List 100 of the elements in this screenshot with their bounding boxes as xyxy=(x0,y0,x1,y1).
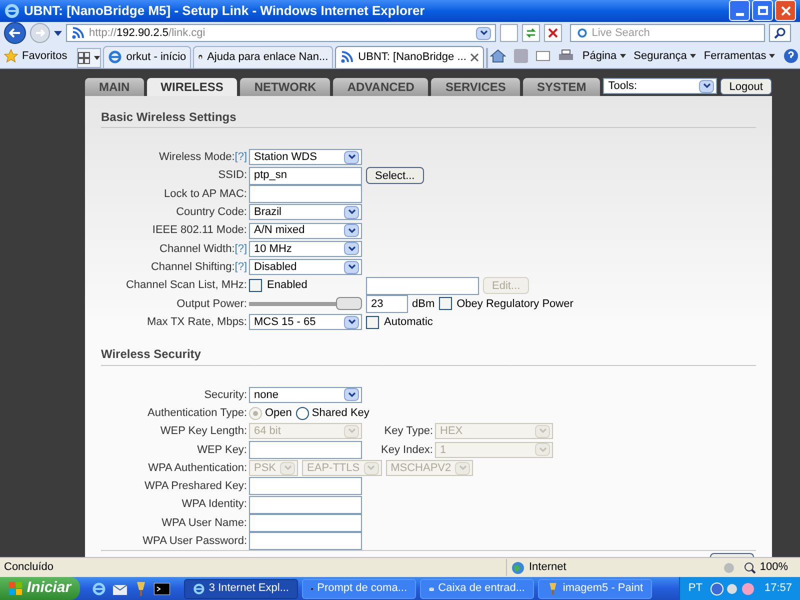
checkbox-label: Automatic xyxy=(384,314,433,330)
dropdown[interactable]: MCS 15 - 65 xyxy=(249,314,362,330)
browser-icon xyxy=(108,50,122,64)
browser-tab[interactable]: UBNT: [NanoBridge ... xyxy=(335,46,484,68)
dropdown[interactable]: A/N mixed xyxy=(249,222,362,239)
slider[interactable] xyxy=(249,297,362,310)
favorites-button[interactable]: Favoritos xyxy=(22,48,68,65)
dropdown-arrow-icon xyxy=(280,462,296,475)
text-field[interactable] xyxy=(249,185,362,204)
command-menu[interactable]: Ferramentas xyxy=(704,48,766,65)
taskbar-button[interactable]: imagem5 - Paint xyxy=(538,578,652,599)
dropdown[interactable]: Station WDS xyxy=(249,149,362,166)
close-icon xyxy=(780,6,790,16)
help-icon[interactable] xyxy=(783,48,800,64)
field-label: WPA User Name: xyxy=(162,516,247,531)
caret-icon xyxy=(94,56,100,60)
dropdown[interactable]: none xyxy=(249,386,362,403)
browser-tab[interactable]: Ajuda para enlace Nan... xyxy=(193,46,334,68)
dropdown[interactable]: Disabled xyxy=(249,259,362,276)
globe-icon xyxy=(511,560,525,575)
command-menu[interactable]: Segurança xyxy=(634,48,687,65)
caret-icon[interactable] xyxy=(620,54,626,58)
text-field[interactable] xyxy=(366,276,479,294)
dropdown-arrow-icon xyxy=(364,462,379,475)
dropdown-arrow-icon xyxy=(344,242,359,256)
dropdown[interactable]: 10 MHz xyxy=(249,240,362,257)
page-tab[interactable]: ADVANCED xyxy=(333,78,428,96)
page-tab[interactable]: MAIN xyxy=(85,78,144,96)
slider-thumb[interactable] xyxy=(336,297,362,310)
text-field[interactable] xyxy=(249,477,362,496)
checkbox[interactable] xyxy=(438,297,452,310)
field-label: Max TX Rate, Mbps: xyxy=(146,314,247,330)
text-field[interactable] xyxy=(249,514,362,532)
taskbar-button[interactable]: Caixa de entrad... xyxy=(420,578,534,599)
radio-label: Open xyxy=(265,406,292,421)
dropdown-arrow-icon xyxy=(344,260,359,274)
minimize-button[interactable] xyxy=(729,0,750,22)
field-label: Lock to AP MAC: xyxy=(164,186,247,202)
back-arrow-icon xyxy=(9,28,21,38)
home-icon[interactable] xyxy=(490,49,506,64)
browser-tab[interactable]: orkut - início xyxy=(103,46,192,68)
text-field[interactable] xyxy=(249,440,362,459)
close-tab-icon[interactable] xyxy=(470,52,480,62)
taskbar-button[interactable]: 3 Internet Expl... xyxy=(184,578,298,599)
url-path: /link.cgi xyxy=(168,26,206,42)
search-engine-icon xyxy=(575,27,588,40)
text-field[interactable]: ptp_sn xyxy=(249,166,362,185)
caret-icon[interactable] xyxy=(769,54,776,58)
search-button[interactable] xyxy=(769,24,791,42)
page-tab[interactable]: SYSTEM xyxy=(522,78,600,96)
dropdown-arrow-icon xyxy=(344,206,359,219)
unit-label: dBm xyxy=(412,296,435,312)
text-field[interactable]: 23 xyxy=(366,294,408,313)
text-field[interactable] xyxy=(249,496,362,514)
zoom-level[interactable]: 100% xyxy=(760,559,788,576)
field-label: WEP Key: xyxy=(197,442,247,458)
checkbox-label: Obey Regulatory Power xyxy=(456,296,574,312)
page-tab[interactable]: NETWORK xyxy=(240,78,330,96)
dropdown-arrow-icon[interactable] xyxy=(54,30,62,36)
field-label: IEEE 802.11 Mode: xyxy=(152,223,247,238)
tools-dropdown[interactable]: Tools: xyxy=(603,78,718,94)
zoom-icon[interactable] xyxy=(744,562,756,574)
address-field[interactable]: http://192.90.2.5/link.cgi xyxy=(66,24,496,42)
select-button[interactable]: Select... xyxy=(366,167,424,184)
caret-icon[interactable] xyxy=(690,54,696,58)
dropdown[interactable]: Brazil xyxy=(249,204,362,220)
search-input[interactable]: Live Search xyxy=(592,25,760,42)
page-tab[interactable]: WIRELESS xyxy=(146,78,238,96)
back-button[interactable] xyxy=(4,22,26,44)
restore-button[interactable] xyxy=(752,0,773,22)
refresh-button[interactable] xyxy=(522,24,540,42)
quick-tabs-button[interactable] xyxy=(77,48,102,68)
dropdown-arrow-icon xyxy=(344,150,359,164)
checkbox[interactable] xyxy=(249,279,262,292)
field-label: Authentication Type: xyxy=(148,406,247,421)
browser-icon xyxy=(4,2,20,19)
radio-button[interactable] xyxy=(296,406,309,420)
section-title: Wireless Security xyxy=(101,347,201,362)
close-button[interactable] xyxy=(775,0,796,22)
dropdown-arrow-icon xyxy=(535,424,550,438)
search-field[interactable]: Live Search xyxy=(570,24,765,42)
url-host: 192.90.2.5 xyxy=(116,26,169,42)
forward-arrow-icon xyxy=(35,28,45,38)
radio-label: Shared Key xyxy=(312,406,370,421)
stop-button[interactable] xyxy=(544,24,562,42)
security-zone: Internet xyxy=(529,560,566,576)
taskbar-button[interactable]: Prompt de coma... xyxy=(302,578,416,599)
help-link[interactable]: [?] xyxy=(234,258,247,276)
logout-button[interactable]: Logout xyxy=(720,78,772,95)
paint-brush-icon xyxy=(134,580,148,597)
page-tab[interactable]: SERVICES xyxy=(431,78,520,96)
command-menu[interactable]: Página xyxy=(582,48,617,65)
dropdown-arrow-icon xyxy=(344,316,359,329)
clock: 17:57 xyxy=(764,581,792,596)
help-link[interactable]: [?] xyxy=(234,240,247,258)
help-link[interactable]: [?] xyxy=(234,149,247,166)
text-field[interactable] xyxy=(249,532,362,550)
dropdown-arrow-icon xyxy=(476,26,491,40)
checkbox[interactable] xyxy=(366,316,379,329)
dropdown-arrow-icon xyxy=(699,80,714,93)
